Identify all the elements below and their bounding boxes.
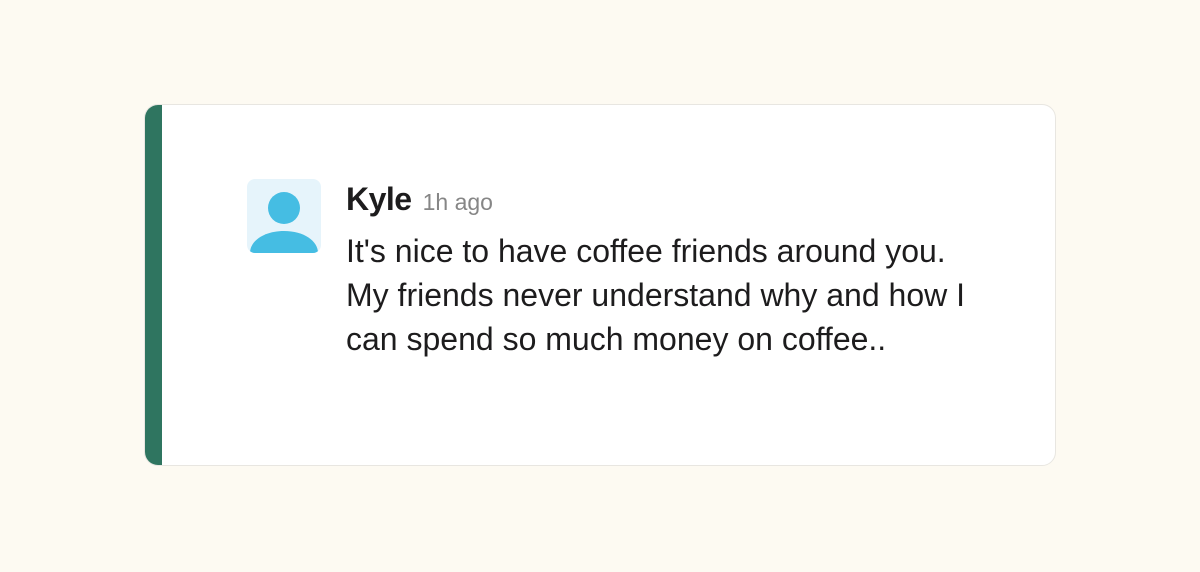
accent-bar	[145, 105, 162, 465]
message-content: Kyle 1h ago It's nice to have coffee fri…	[346, 181, 1006, 361]
message-timestamp[interactable]: 1h ago	[423, 189, 493, 216]
avatar[interactable]	[247, 179, 321, 253]
message-card: Kyle 1h ago It's nice to have coffee fri…	[144, 104, 1056, 466]
message-text: It's nice to have coffee friends around …	[346, 233, 965, 357]
message-meta: Kyle 1h ago	[346, 181, 1006, 219]
user-silhouette-icon	[250, 192, 318, 253]
author-name[interactable]: Kyle	[346, 181, 412, 218]
